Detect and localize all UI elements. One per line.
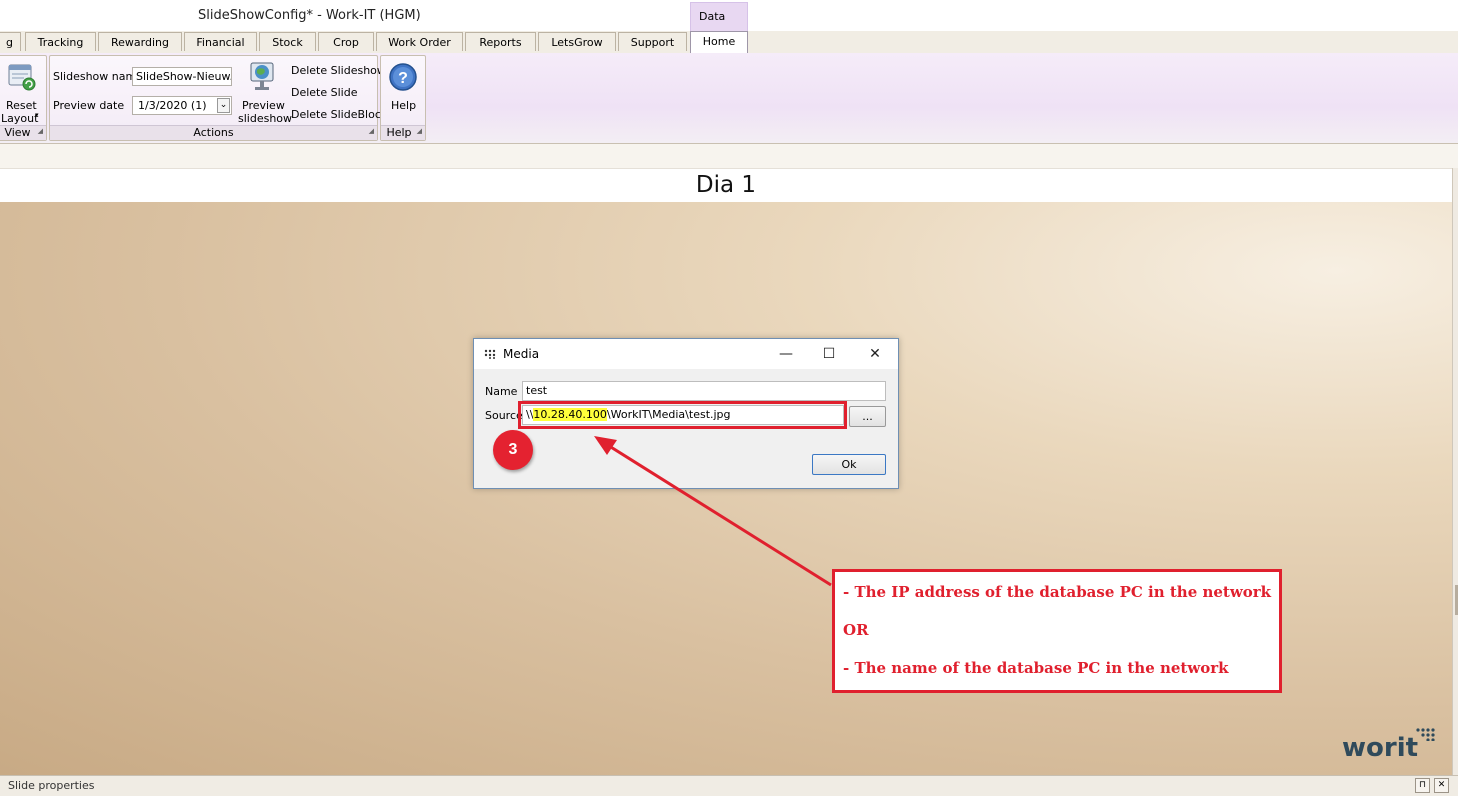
callout-line-1: - The IP address of the database PC in t… <box>843 583 1272 601</box>
annotation-callout: - The IP address of the database PC in t… <box>832 569 1282 693</box>
callout-line-3: - The name of the database PC in the net… <box>843 659 1229 677</box>
pin-icon[interactable]: ⊓ <box>1415 778 1430 793</box>
close-panel-icon[interactable]: ✕ <box>1434 778 1449 793</box>
slide-properties-panel <box>0 775 1458 796</box>
callout-line-2: OR <box>843 621 869 639</box>
slide-properties-label: Slide properties <box>8 779 95 792</box>
